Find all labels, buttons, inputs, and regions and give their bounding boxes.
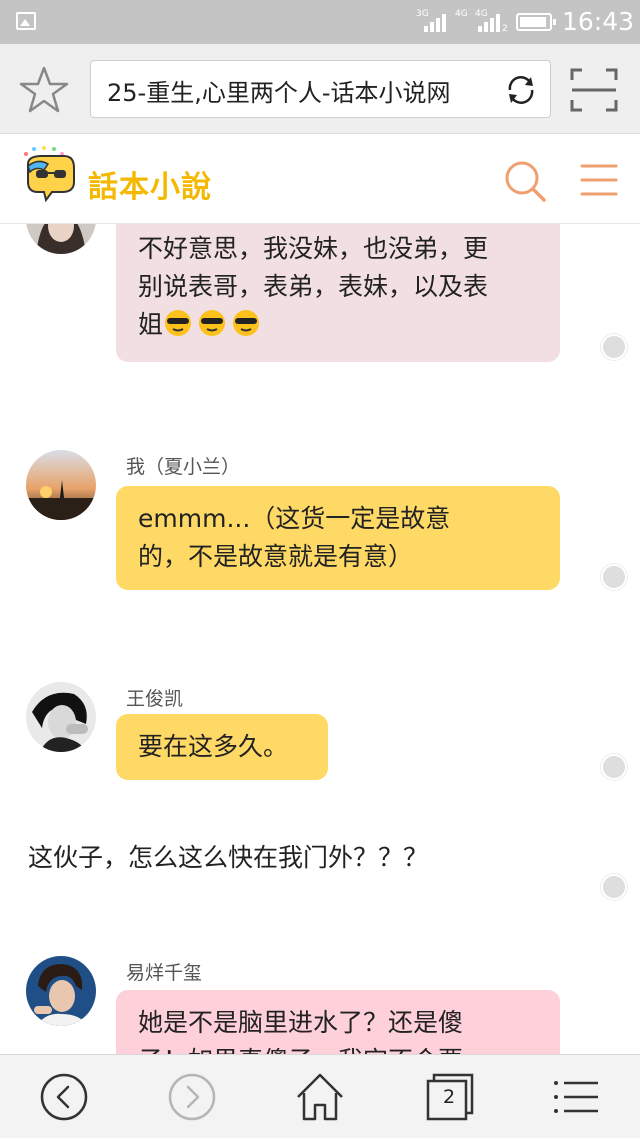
message-line: 不好意思，我没妹，也没弟，更 [138,234,489,263]
comment-dot[interactable] [601,564,627,590]
browser-toolbar: 25-重生,心里两个人-话本小说网 [0,44,640,134]
signal-strength-icon [424,10,446,32]
comment-dot[interactable] [601,334,627,360]
message-line: 要在这多久。 [138,732,289,761]
message-line: 的，不是故意就是有意） [138,542,414,571]
status-bar: 3G 4G 4G 2 16:43 [0,0,640,44]
reload-icon[interactable] [502,71,540,109]
narration-text: 这伙子，怎么这么快在我门外？？？ [28,843,429,872]
url-text[interactable]: 25-重生,心里两个人-话本小说网 [107,73,497,108]
url-bar[interactable]: 25-重生,心里两个人-话本小说网 [90,60,551,118]
bookmark-star-icon[interactable] [18,64,70,116]
back-icon[interactable] [36,1069,92,1125]
site-logo[interactable]: 話本小說 [18,144,228,214]
scan-qr-icon[interactable] [568,66,620,114]
browser-bottom-bar [0,1054,640,1138]
more-menu-icon[interactable] [548,1069,604,1125]
sunglasses-emoji-icon [199,310,226,336]
avatar[interactable] [26,224,96,254]
logo-text: 話本小說 [88,170,212,205]
avatar[interactable] [26,450,96,520]
comment-dot[interactable] [601,874,627,900]
search-icon[interactable] [500,156,548,204]
clock: 16:43 [562,7,635,36]
sunglasses-emoji-icon [233,310,260,336]
home-icon[interactable] [292,1069,348,1125]
message-line: 姐 [138,306,538,344]
sim-slot-label: 2 [502,24,508,34]
tab-count: 2 [442,1086,456,1108]
image-notification-icon [16,12,36,30]
message-line: 子！如果真傻子，我定不会要 [138,1042,538,1054]
sender-name: 王俊凯 [126,688,184,710]
logo-mascot-icon [24,146,75,203]
menu-icon[interactable] [576,158,622,202]
avatar[interactable] [26,956,96,1026]
network-type-label-2: 4G [455,9,468,19]
comment-dot[interactable] [601,754,627,780]
message-bubble: 要在这多久。 [116,714,328,780]
chat-content[interactable]: 不好意思，我没妹，也没弟，更 别说表哥，表弟，表妹，以及表 姐 我（夏小兰） e… [0,224,640,1054]
message-bubble: 不好意思，我没妹，也没弟，更 别说表哥，表弟，表妹，以及表 姐 [116,224,560,362]
sender-name: 我（夏小兰） [126,456,241,478]
message-line: emmm...（这货一定是故意 [138,504,451,533]
sunglasses-emoji-icon [165,310,192,336]
avatar[interactable] [26,682,96,752]
battery-icon [516,13,556,31]
sender-name: 易烊千玺 [126,962,203,984]
forward-icon[interactable] [164,1069,220,1125]
message-bubble: emmm...（这货一定是故意 的，不是故意就是有意） [116,486,560,590]
site-header: 話本小說 [0,134,640,224]
message-line: 她是不是脑里进水了？还是傻 [138,1008,464,1037]
message-line: 别说表哥，表弟，表妹，以及表 [138,272,489,301]
message-bubble: 她是不是脑里进水了？还是傻 子！如果真傻子，我定不会要 [116,990,560,1054]
signal-strength-icon-2 [478,10,500,32]
